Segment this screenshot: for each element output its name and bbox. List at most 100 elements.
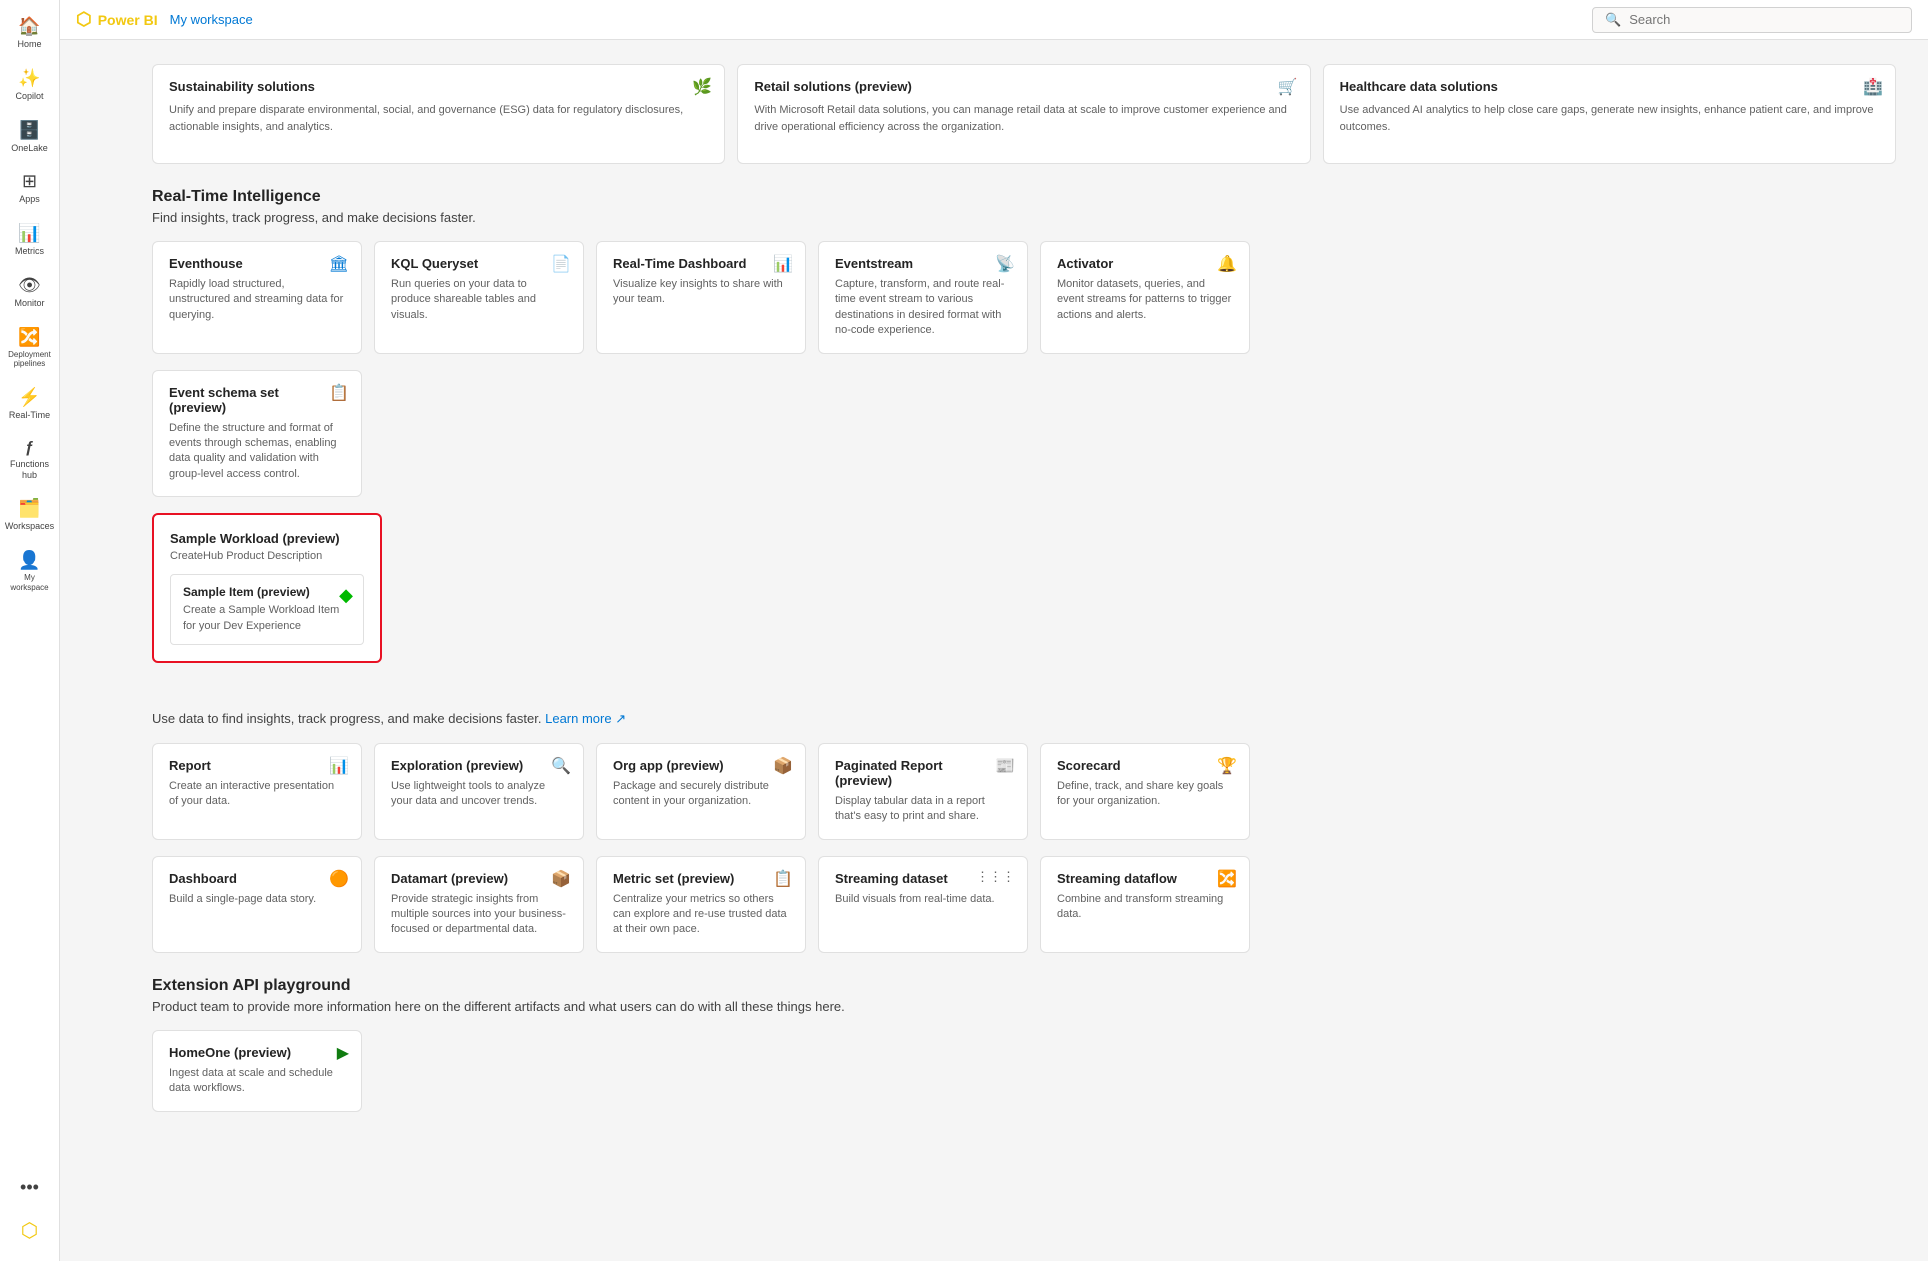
extension-api-cards: HomeOne (preview) ▶ Ingest data at scale…	[152, 1030, 1896, 1112]
report-card[interactable]: Report 📊 Create an interactive presentat…	[152, 743, 362, 840]
sustainability-card[interactable]: Sustainability solutions 🌿 Unify and pre…	[152, 64, 725, 164]
streaming-dataset-card[interactable]: Streaming dataset ⋮⋮⋮ Build visuals from…	[818, 856, 1028, 953]
home-icon: 🏠	[18, 16, 40, 37]
sidebar-item-apps[interactable]: ⊞ Apps	[4, 163, 56, 213]
sidebar-item-workspaces[interactable]: 🗂️ Workspaces	[4, 490, 56, 540]
realtime-dashboard-card[interactable]: Real-Time Dashboard 📊 Visualize key insi…	[596, 241, 806, 354]
sidebar-label-monitor: Monitor	[14, 298, 44, 309]
homeone-title: HomeOne (preview)	[169, 1045, 345, 1060]
paginated-report-card[interactable]: Paginated Report (preview) 📰 Display tab…	[818, 743, 1028, 840]
topbar-product-name: Power BI	[98, 12, 158, 28]
kql-queryset-card[interactable]: KQL Queryset 📄 Run queries on your data …	[374, 241, 584, 354]
datamart-card[interactable]: Datamart (preview) 📦 Provide strategic i…	[374, 856, 584, 953]
streaming-dataflow-card[interactable]: Streaming dataflow 🔀 Combine and transfo…	[1040, 856, 1250, 953]
learn-more-link[interactable]: Learn more ↗	[545, 711, 626, 726]
healthcare-card[interactable]: Sustainability solutions Healthcare data…	[1323, 64, 1896, 164]
rt-dashboard-title: Real-Time Dashboard	[613, 256, 789, 271]
sample-item-desc: Create a Sample Workload Item for your D…	[183, 603, 351, 634]
dashboard-title: Dashboard	[169, 871, 345, 886]
retail-icon: 🛒	[1278, 77, 1298, 97]
streaming-dataset-desc: Build visuals from real-time data.	[835, 892, 1011, 907]
powerbi-icon: ⬡	[76, 9, 92, 30]
eventhouse-desc: Rapidly load structured, unstructured an…	[169, 277, 345, 323]
sidebar-item-deployment[interactable]: 🔀 Deployment pipelines	[4, 319, 56, 377]
sample-item-card[interactable]: Sample Item (preview) ◆ Create a Sample …	[170, 574, 364, 645]
metric-set-card[interactable]: Metric set (preview) 📋 Centralize your m…	[596, 856, 806, 953]
sidebar-item-more[interactable]: •••	[4, 1169, 56, 1208]
activator-card[interactable]: Activator 🔔 Monitor datasets, queries, a…	[1040, 241, 1250, 354]
retail-card-desc: With Microsoft Retail data solutions, yo…	[754, 102, 1293, 135]
sidebar-item-realtime[interactable]: ⚡ Real-Time	[4, 379, 56, 429]
streaming-dataset-icon: ⋮⋮⋮	[976, 869, 1015, 885]
report-icon: 📊	[329, 756, 349, 776]
report-desc: Create an interactive presentation of yo…	[169, 779, 345, 810]
dashboard-card[interactable]: Dashboard 🟠 Build a single-page data sto…	[152, 856, 362, 953]
sample-workload-section: Sample Workload (preview) CreateHub Prod…	[152, 513, 382, 663]
eventhouse-card[interactable]: Eventhouse 🏛 Rapidly load structured, un…	[152, 241, 362, 354]
realtime-cards-row1: Eventhouse 🏛 Rapidly load structured, un…	[152, 241, 1896, 354]
functions-icon: ƒ	[25, 439, 34, 457]
exploration-desc: Use lightweight tools to analyze your da…	[391, 779, 567, 810]
sidebar-item-metrics[interactable]: 📊 Metrics	[4, 215, 56, 265]
streaming-dataflow-icon: 🔀	[1217, 869, 1237, 889]
sidebar-item-monitor[interactable]: 👁 Monitor	[4, 267, 56, 317]
sidebar-label-copilot: Copilot	[15, 91, 43, 102]
sample-item-icon: ◆	[339, 585, 353, 606]
sidebar-item-powerbi-logo[interactable]: ⬡	[4, 1210, 56, 1251]
use-data-row2: Dashboard 🟠 Build a single-page data sto…	[152, 856, 1896, 953]
realtime-icon: ⚡	[18, 387, 40, 408]
org-app-desc: Package and securely distribute content …	[613, 779, 789, 810]
eventstream-desc: Capture, transform, and route real-time …	[835, 277, 1011, 339]
sidebar-item-copilot[interactable]: ✨ Copilot	[4, 60, 56, 110]
topbar: ⬡ Power BI My workspace 🔍	[60, 0, 1928, 40]
event-schema-title: Event schema set (preview)	[169, 385, 345, 415]
activator-desc: Monitor datasets, queries, and event str…	[1057, 277, 1233, 323]
metric-set-title: Metric set (preview)	[613, 871, 789, 886]
kql-title: KQL Queryset	[391, 256, 567, 271]
sidebar-item-myworkspace[interactable]: 👤 My workspace	[4, 542, 56, 600]
sustainability-card-title: Sustainability solutions	[169, 79, 708, 94]
search-input[interactable]	[1629, 12, 1899, 27]
homeone-card[interactable]: HomeOne (preview) ▶ Ingest data at scale…	[152, 1030, 362, 1112]
datamart-desc: Provide strategic insights from multiple…	[391, 892, 567, 938]
dashboard-icon: 🟠	[329, 869, 349, 889]
sidebar-label-metrics: Metrics	[15, 246, 44, 257]
event-schema-desc: Define the structure and format of event…	[169, 421, 345, 483]
sidebar-item-functions[interactable]: ƒ Functions hub	[4, 431, 56, 489]
topbar-workspace-link[interactable]: My workspace	[170, 12, 253, 27]
datamart-title: Datamart (preview)	[391, 871, 567, 886]
metrics-icon: 📊	[18, 223, 40, 244]
metric-set-desc: Centralize your metrics so others can ex…	[613, 892, 789, 938]
sidebar: 🏠 Home ✨ Copilot 🗄️ OneLake ⊞ Apps 📊 Met…	[0, 0, 60, 1261]
scorecard-icon: 🏆	[1217, 756, 1237, 776]
use-data-row1: Report 📊 Create an interactive presentat…	[152, 743, 1896, 840]
sidebar-item-onelake[interactable]: 🗄️ OneLake	[4, 112, 56, 162]
sidebar-label-onelake: OneLake	[11, 143, 48, 154]
onelake-icon: 🗄️	[18, 120, 40, 141]
apps-icon: ⊞	[22, 171, 37, 192]
sidebar-label-realtime: Real-Time	[9, 410, 50, 421]
report-title: Report	[169, 758, 345, 773]
sidebar-item-home[interactable]: 🏠 Home	[4, 8, 56, 58]
topbar-search-container[interactable]: 🔍	[1592, 7, 1912, 33]
healthcare-card-title-real: Healthcare data solutions	[1340, 79, 1879, 94]
exploration-card[interactable]: Exploration (preview) 🔍 Use lightweight …	[374, 743, 584, 840]
org-app-card[interactable]: Org app (preview) 📦 Package and securely…	[596, 743, 806, 840]
scorecard-desc: Define, track, and share key goals for y…	[1057, 779, 1233, 810]
scorecard-title: Scorecard	[1057, 758, 1233, 773]
dashboard-desc: Build a single-page data story.	[169, 892, 345, 907]
scorecard-card[interactable]: Scorecard 🏆 Define, track, and share key…	[1040, 743, 1250, 840]
retail-card-title: Retail solutions (preview)	[754, 79, 1293, 94]
event-schema-card[interactable]: Event schema set (preview) 📋 Define the …	[152, 370, 362, 498]
use-data-text: Use data to find insights, track progres…	[152, 711, 541, 726]
datamart-icon: 📦	[551, 869, 571, 889]
sample-item-title: Sample Item (preview)	[183, 585, 351, 599]
streaming-dataflow-title: Streaming dataflow	[1057, 871, 1233, 886]
extension-api-desc: Product team to provide more information…	[152, 999, 1896, 1014]
retail-card[interactable]: Retail solutions (preview) 🛒 With Micros…	[737, 64, 1310, 164]
eventstream-title: Eventstream	[835, 256, 1011, 271]
eventstream-icon: 📡	[995, 254, 1015, 274]
activator-icon: 🔔	[1217, 254, 1237, 274]
eventstream-card[interactable]: Eventstream 📡 Capture, transform, and ro…	[818, 241, 1028, 354]
use-data-desc: Use data to find insights, track progres…	[152, 711, 1896, 727]
